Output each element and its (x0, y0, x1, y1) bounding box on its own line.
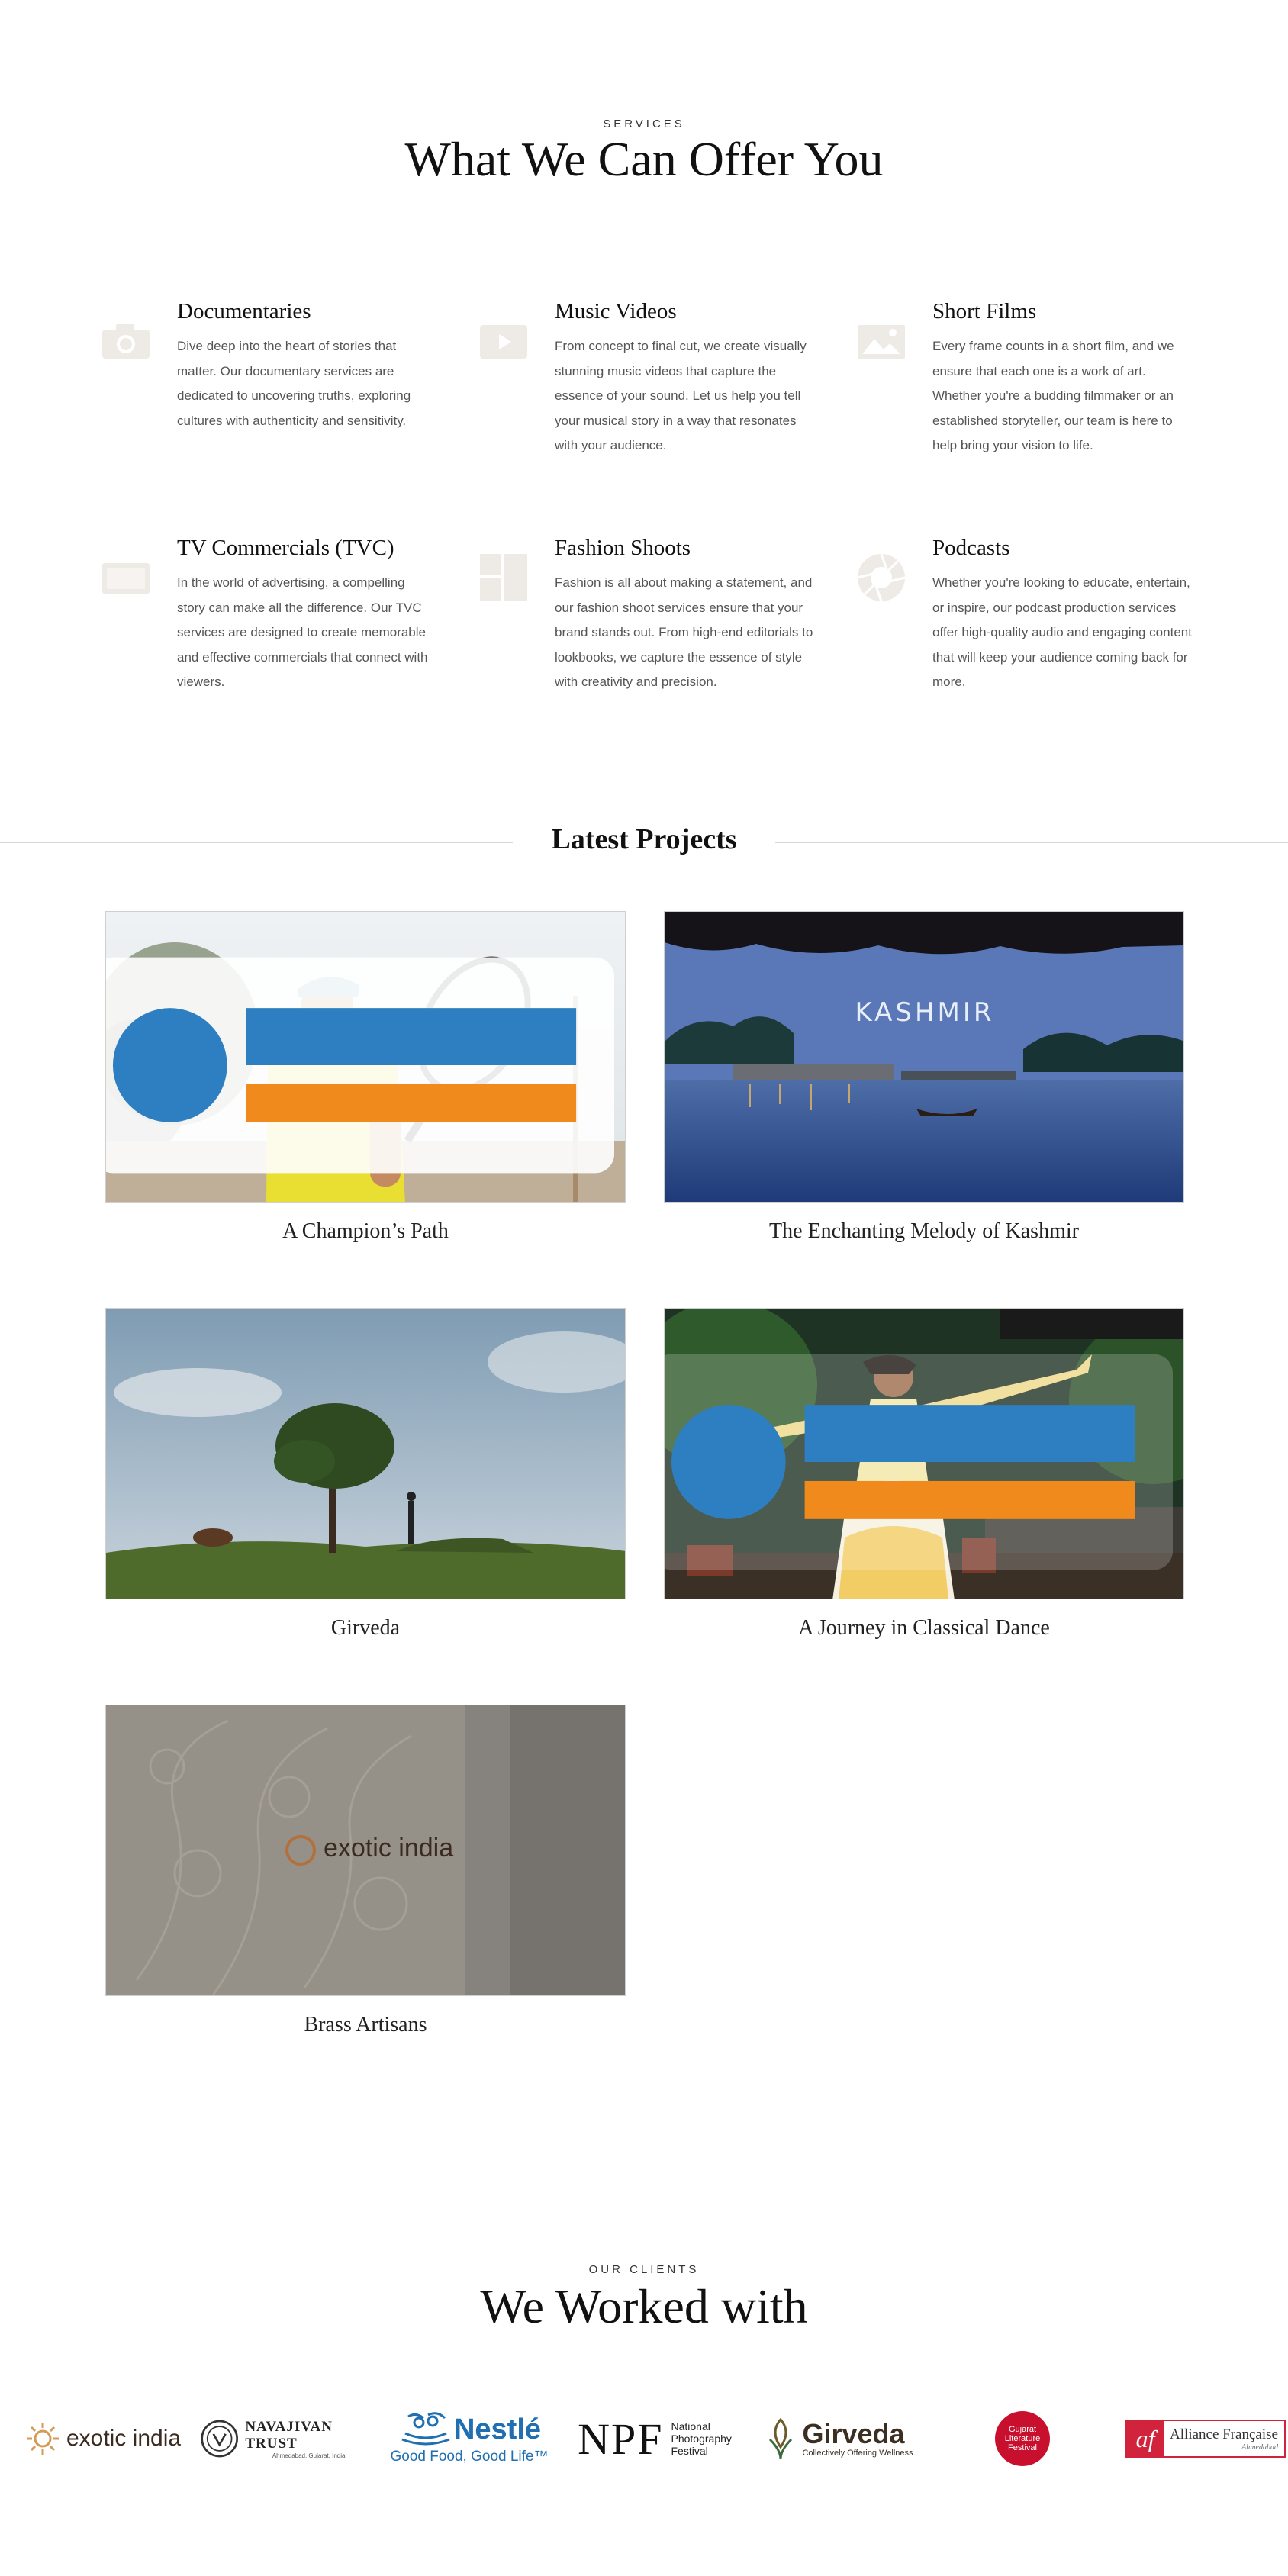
camera-icon (102, 324, 150, 359)
client-subtitle-1: National (671, 2420, 710, 2433)
image-frame-icon (858, 325, 905, 359)
layout-grid-icon (480, 554, 527, 601)
project-thumbnail[interactable] (105, 1308, 626, 1599)
service-description: Every frame counts in a short film, and … (932, 339, 1174, 452)
service-title: TV Commercials (TVC) (177, 536, 394, 560)
project-thumbnail[interactable]: exotic india (105, 1705, 626, 1996)
client-name: Gujarat Literature Festival (995, 2411, 1050, 2466)
service-description: From concept to final cut, we create vis… (555, 339, 807, 452)
projects-heading: Latest Projects (551, 823, 737, 855)
exotic-india-overlay: exotic india (324, 1834, 454, 1863)
client-name: NAVAJIVAN TRUST (245, 2418, 333, 2452)
services-eyebrow: SERVICES (603, 118, 685, 130)
services-heading: What We Can Offer You (404, 132, 884, 186)
client-name: Alliance Française (1170, 2426, 1278, 2442)
client-subtitle: Collectively Offering Wellness (802, 2449, 913, 2458)
service-title: Short Films (932, 299, 1037, 324)
service-title: Music Videos (555, 299, 677, 324)
service-description: Whether you're looking to educate, enter… (932, 575, 1192, 689)
service-description: Fashion is all about making a statement,… (555, 575, 813, 689)
clients-eyebrow: OUR CLIENTS (588, 2263, 700, 2276)
aperture-icon (857, 553, 906, 602)
service-title: Podcasts (932, 536, 1010, 560)
project-title[interactable]: A Journey in Classical Dance (664, 1616, 1184, 1641)
eklavya-badge (106, 957, 614, 1174)
client-logo-navajivan-trust: NAVAJIVAN TRUST Ahmedabad, Gujarat, Indi… (200, 2411, 372, 2466)
navajivan-emblem-icon (201, 2420, 239, 2458)
kashmir-overlay-title: KASHMIR (855, 997, 995, 1028)
leaf-icon (769, 2417, 793, 2460)
service-title: Documentaries (177, 299, 311, 324)
client-name: NPF (578, 2413, 664, 2464)
client-logo-npf: NPF National Photography Festival (571, 2411, 739, 2466)
project-title[interactable]: Brass Artisans (105, 2013, 626, 2037)
tv-icon (102, 563, 150, 594)
project-title[interactable]: A Champion’s Path (105, 1219, 626, 1244)
client-name: exotic india (66, 2426, 182, 2451)
af-mark-icon: af (1127, 2421, 1164, 2456)
eklavya-badge (665, 1354, 1173, 1570)
project-thumbnail[interactable] (105, 911, 626, 1203)
client-logo-gujarat-literature-festival: Gujarat Literature Festival (984, 2411, 1061, 2466)
sun-mandala-icon (26, 2423, 59, 2455)
client-logo-girveda: Girveda Collectively Offering Wellness (755, 2411, 923, 2466)
project-title[interactable]: The Enchanting Melody of Kashmir (664, 1219, 1184, 1244)
client-name: Nestlé (453, 2413, 542, 2446)
client-name: Girveda (802, 2418, 905, 2449)
project-thumbnail[interactable] (664, 1308, 1184, 1599)
client-logo-exotic-india: exotic india (23, 2411, 183, 2466)
client-subtitle-3: Festival (671, 2445, 708, 2457)
service-description: In the world of advertising, a compellin… (177, 575, 428, 689)
client-tagline: Good Food, Good Life™ (390, 2449, 549, 2465)
nestle-nest-icon (401, 2412, 450, 2446)
service-description: Dive deep into the heart of stories that… (177, 339, 411, 428)
project-thumbnail[interactable]: KASHMIR (664, 911, 1184, 1203)
client-subtitle: Ahmedabad (1241, 2442, 1278, 2452)
service-title: Fashion Shoots (555, 536, 691, 560)
girveda-landscape-image (106, 1309, 625, 1599)
clients-heading: We Worked with (480, 2279, 808, 2333)
client-subtitle: Ahmedabad, Gujarat, India (272, 2452, 346, 2459)
kashmir-lake-image (665, 912, 1183, 1202)
client-logo-nestle: Nestlé Good Food, Good Life™ (389, 2405, 549, 2471)
client-logo-alliance-francaise: af Alliance Française Ahmedabad (1123, 2411, 1288, 2466)
client-subtitle-2: Photography (671, 2433, 732, 2445)
project-title[interactable]: Girveda (105, 1616, 626, 1641)
play-video-icon (480, 325, 527, 359)
